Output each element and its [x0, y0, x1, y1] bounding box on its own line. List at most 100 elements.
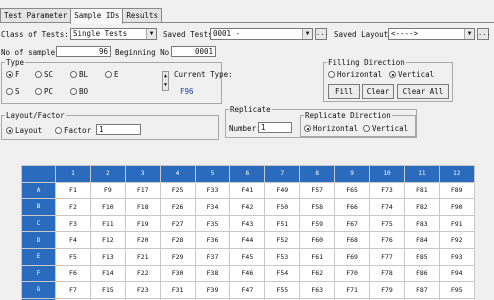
- plate-well[interactable]: F4: [55, 231, 91, 249]
- plate-well[interactable]: F52: [264, 231, 301, 249]
- plate-well[interactable]: F41: [229, 181, 266, 200]
- plate-well[interactable]: F22: [124, 264, 161, 283]
- plate-well[interactable]: F38: [194, 264, 231, 283]
- plate-well[interactable]: F61: [299, 247, 336, 266]
- plate-well[interactable]: F28: [159, 231, 196, 249]
- plate-well[interactable]: F51: [264, 214, 301, 233]
- replicate-vertical-radio[interactable]: Vertical: [363, 124, 408, 133]
- plate-well[interactable]: F19: [124, 214, 161, 233]
- plate-well[interactable]: F86: [403, 264, 440, 283]
- saved-layouts-select[interactable]: <----> ▼: [388, 28, 475, 40]
- plate-well[interactable]: F5: [55, 247, 91, 266]
- plate-well[interactable]: F84: [403, 231, 440, 249]
- plate-well[interactable]: F65: [334, 181, 371, 200]
- plate-well[interactable]: F54: [264, 264, 301, 283]
- arrow-down-icon[interactable]: ▼: [163, 81, 168, 90]
- plate-well[interactable]: F68: [334, 231, 371, 249]
- filling-horizontal-radio[interactable]: Horizontal: [328, 70, 382, 79]
- replicate-number-input[interactable]: 1: [258, 122, 292, 133]
- factor-radio[interactable]: Factor: [55, 126, 91, 135]
- plate-well[interactable]: F35: [194, 214, 231, 233]
- plate-column-header[interactable]: 7: [264, 165, 301, 183]
- plate-well[interactable]: F44: [229, 231, 266, 249]
- plate-well[interactable]: F33: [194, 181, 231, 200]
- chevron-down-icon[interactable]: ▼: [302, 29, 312, 39]
- plate-well[interactable]: F30: [159, 264, 196, 283]
- plate-well[interactable]: F57: [299, 181, 336, 200]
- type-radio-s[interactable]: S: [6, 87, 20, 96]
- saved-tests-select[interactable]: 0001 - ▼: [210, 28, 313, 40]
- plate-well[interactable]: F77: [369, 247, 405, 266]
- tab-sample-ids[interactable]: Sample IDs: [70, 8, 124, 24]
- plate-well[interactable]: F71: [334, 281, 371, 299]
- plate-well[interactable]: F63: [299, 281, 336, 299]
- plate-row-header[interactable]: G: [21, 281, 56, 299]
- plate-column-header[interactable]: 4: [159, 165, 196, 183]
- plate-row-header[interactable]: A: [21, 181, 56, 200]
- plate-well[interactable]: F46: [229, 264, 266, 283]
- plate-well[interactable]: F93: [438, 247, 475, 266]
- chevron-down-icon[interactable]: ▼: [146, 29, 156, 39]
- plate-well[interactable]: F89: [438, 181, 475, 200]
- plate-well[interactable]: F94: [438, 264, 475, 283]
- type-radio-bo[interactable]: BO: [70, 87, 88, 96]
- plate-well[interactable]: F73: [369, 181, 405, 200]
- layout-radio[interactable]: Layout: [6, 126, 42, 135]
- plate-well[interactable]: F69: [334, 247, 371, 266]
- plate-well[interactable]: F43: [229, 214, 266, 233]
- plate-well[interactable]: F62: [299, 264, 336, 283]
- plate-well[interactable]: F13: [89, 247, 126, 266]
- plate-well[interactable]: F66: [334, 198, 371, 216]
- clear-button[interactable]: Clear: [362, 84, 394, 99]
- beginning-no-input[interactable]: 0001: [171, 46, 216, 57]
- plate-well[interactable]: F18: [124, 198, 161, 216]
- plate-well[interactable]: F3: [55, 214, 91, 233]
- plate-well[interactable]: F39: [194, 281, 231, 299]
- tab-test-parameter[interactable]: Test Parameter: [0, 8, 72, 23]
- plate-well[interactable]: F12: [89, 231, 126, 249]
- plate-column-header[interactable]: 3: [124, 165, 161, 183]
- plate-well[interactable]: F81: [403, 181, 440, 200]
- plate-column-header[interactable]: 2: [89, 165, 126, 183]
- plate-column-header[interactable]: 10: [369, 165, 405, 183]
- plate-well[interactable]: F27: [159, 214, 196, 233]
- plate-row-header[interactable]: C: [21, 214, 56, 233]
- type-radio-e[interactable]: E: [105, 70, 119, 79]
- plate-well[interactable]: F42: [229, 198, 266, 216]
- chevron-down-icon[interactable]: ▼: [464, 29, 474, 39]
- plate-column-header[interactable]: 12: [438, 165, 475, 183]
- plate-column-header[interactable]: 8: [299, 165, 336, 183]
- plate-well[interactable]: F20: [124, 231, 161, 249]
- plate-well[interactable]: F67: [334, 214, 371, 233]
- plate-well[interactable]: F70: [334, 264, 371, 283]
- plate-well[interactable]: F29: [159, 247, 196, 266]
- plate-well[interactable]: F21: [124, 247, 161, 266]
- plate-column-header[interactable]: 11: [403, 165, 440, 183]
- plate-well[interactable]: F10: [89, 198, 126, 216]
- fill-button[interactable]: Fill: [328, 84, 360, 99]
- plate-well[interactable]: F23: [124, 281, 161, 299]
- arrow-up-icon[interactable]: ▲: [163, 72, 168, 81]
- plate-well[interactable]: F49: [264, 181, 301, 200]
- type-radio-bl[interactable]: BL: [70, 70, 88, 79]
- plate-well[interactable]: F2: [55, 198, 91, 216]
- plate-well[interactable]: F36: [194, 231, 231, 249]
- plate-well[interactable]: F76: [369, 231, 405, 249]
- tab-results[interactable]: Results: [122, 8, 162, 23]
- plate-well[interactable]: F6: [55, 264, 91, 283]
- clear-all-button[interactable]: Clear All: [397, 84, 449, 99]
- plate-well[interactable]: F7: [55, 281, 91, 299]
- saved-layouts-browse-button[interactable]: ...: [477, 28, 491, 40]
- plate-well[interactable]: F87: [403, 281, 440, 299]
- plate-well[interactable]: F90: [438, 198, 475, 216]
- num-samples-input[interactable]: 96: [56, 46, 111, 57]
- plate-well[interactable]: F25: [159, 181, 196, 200]
- plate-well[interactable]: F82: [403, 198, 440, 216]
- plate-well[interactable]: F59: [299, 214, 336, 233]
- plate-well[interactable]: F95: [438, 281, 475, 299]
- plate-well[interactable]: F60: [299, 231, 336, 249]
- plate-well[interactable]: F83: [403, 214, 440, 233]
- plate-well[interactable]: F31: [159, 281, 196, 299]
- plate-well[interactable]: F75: [369, 214, 405, 233]
- plate-well[interactable]: F91: [438, 214, 475, 233]
